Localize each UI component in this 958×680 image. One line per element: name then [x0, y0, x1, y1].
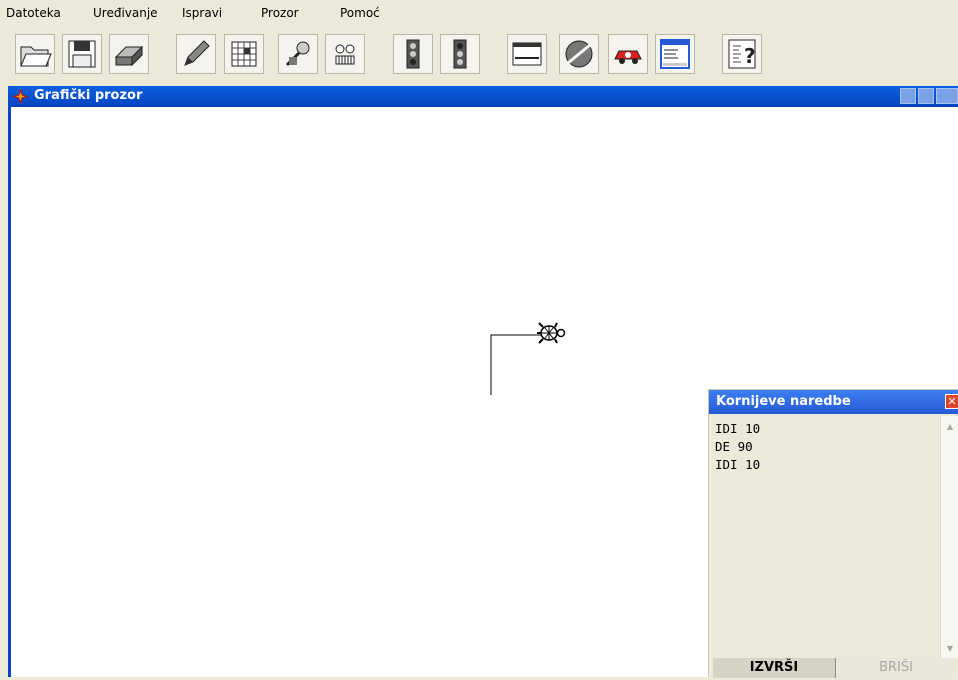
svg-text:?: ?	[744, 44, 756, 68]
command-window-button[interactable]	[655, 34, 695, 74]
car-button[interactable]	[608, 34, 648, 74]
print-icon	[114, 45, 144, 67]
turtle-face-icon	[335, 44, 355, 65]
vertical-scrollbar[interactable]: ▲ ▼	[940, 416, 958, 658]
turtle-face-button[interactable]	[325, 34, 365, 74]
open-button[interactable]	[15, 34, 55, 74]
grid-button[interactable]	[224, 34, 264, 74]
car-icon	[614, 50, 642, 64]
command-line: IDI 10	[715, 421, 761, 436]
stop-signal-button[interactable]	[440, 34, 480, 74]
close-icon[interactable]: ✕	[945, 394, 958, 409]
turtle-icon	[537, 322, 566, 344]
help-button[interactable]: ?	[722, 34, 762, 74]
tools-icon	[285, 41, 310, 67]
menu-ispravi[interactable]: Ispravi	[182, 6, 222, 20]
menu-datoteka[interactable]: Datoteka	[6, 6, 61, 20]
run-button[interactable]: IZVRŠI	[713, 658, 836, 678]
tools-button[interactable]	[278, 34, 318, 74]
command-line: IDI 10	[715, 457, 761, 472]
menu-bar: Datoteka Uređivanje Ispravi Prozor Pomoć	[0, 0, 958, 26]
menu-pomoc[interactable]: Pomoć	[340, 6, 380, 20]
command-window-titlebar[interactable]: Kornijeve naredbe ✕	[709, 390, 958, 414]
save-disk-icon	[68, 40, 96, 68]
command-line: DE 90	[715, 439, 753, 454]
command-window-icon	[660, 39, 690, 69]
run-signal-button[interactable]	[393, 34, 433, 74]
toolbar: ?	[0, 26, 958, 86]
window-button[interactable]	[507, 34, 547, 74]
traffic-light-alt-icon	[453, 39, 467, 69]
disc-icon	[565, 40, 593, 68]
clear-button[interactable]: BRIŠI	[837, 658, 955, 678]
open-folder-icon	[20, 46, 52, 67]
command-window-title: Kornijeve naredbe	[716, 394, 851, 409]
scroll-down-icon[interactable]: ▼	[943, 641, 957, 655]
menu-prozor[interactable]: Prozor	[261, 6, 299, 20]
turtle-star-icon	[13, 89, 28, 104]
grid-palette-icon	[231, 41, 257, 67]
minimize-button[interactable]	[900, 88, 916, 104]
maximize-button[interactable]	[918, 88, 934, 104]
menu-uredivanje[interactable]: Uređivanje	[93, 6, 158, 20]
command-button-bar: IZVRŠI BRIŠI	[709, 658, 958, 678]
close-button[interactable]	[936, 88, 958, 104]
window-icon	[512, 42, 542, 66]
draw-button[interactable]	[176, 34, 216, 74]
help-icon: ?	[728, 39, 756, 69]
graphic-window-titlebar[interactable]: Grafički prozor	[8, 86, 958, 107]
command-list[interactable]: IDI 10 DE 90 IDI 10	[715, 420, 939, 648]
command-window: Kornijeve naredbe ✕ IDI 10 DE 90 IDI 10 …	[708, 389, 958, 678]
turtle-path	[490, 334, 541, 395]
scroll-up-icon[interactable]: ▲	[943, 419, 957, 433]
save-button[interactable]	[62, 34, 102, 74]
graphic-window-title: Grafički prozor	[34, 88, 143, 103]
disc-button[interactable]	[559, 34, 599, 74]
pencil-icon	[184, 40, 210, 66]
print-button[interactable]	[109, 34, 149, 74]
traffic-light-icon	[406, 39, 420, 69]
